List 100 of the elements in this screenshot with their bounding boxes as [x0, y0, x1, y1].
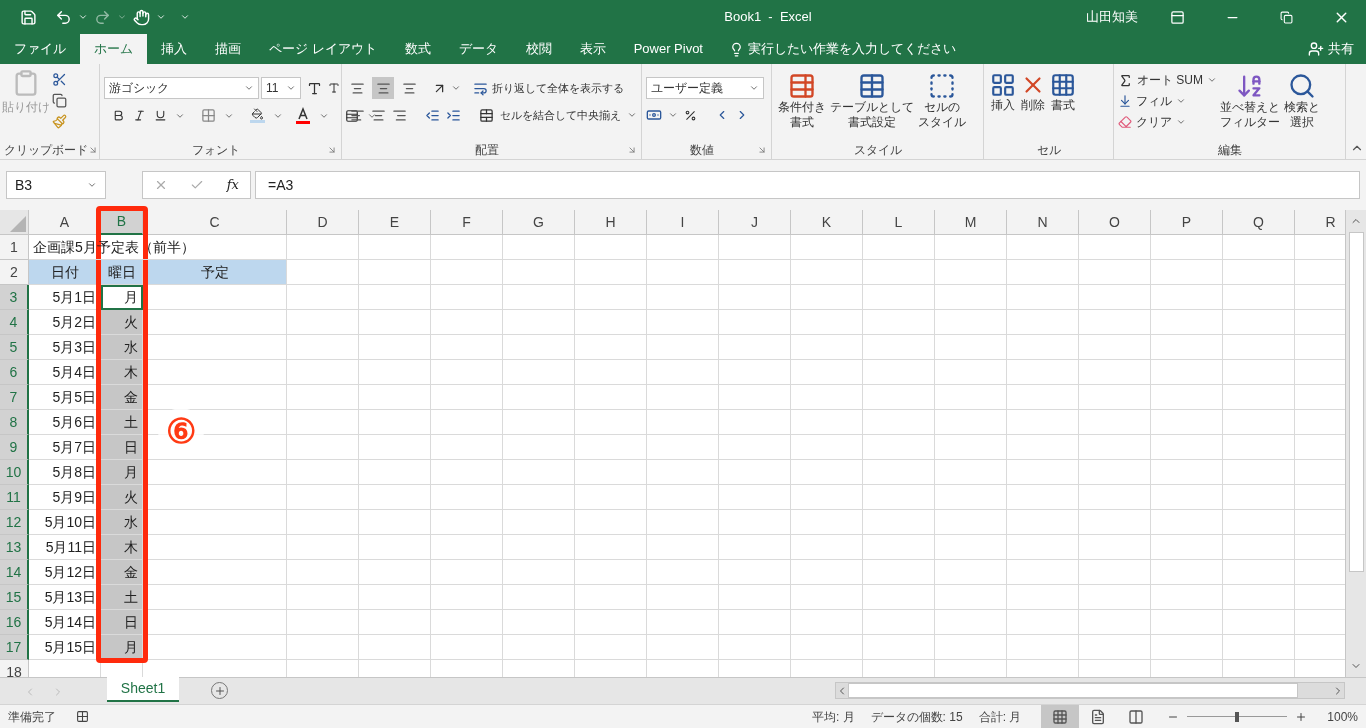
dialog-launcher-icon[interactable]	[757, 145, 767, 155]
ribbon-tab[interactable]: 校閲	[511, 34, 566, 64]
column-header[interactable]: G	[503, 210, 575, 235]
ribbon-tab[interactable]: ページ レイアウト	[255, 34, 391, 64]
dialog-launcher-icon[interactable]	[88, 145, 98, 155]
row-header[interactable]: 4	[0, 310, 29, 335]
column-header[interactable]: O	[1079, 210, 1151, 235]
column-header[interactable]: Q	[1223, 210, 1295, 235]
insert-function-button[interactable]: fx	[226, 175, 239, 195]
row-header[interactable]: 2	[0, 260, 29, 285]
ribbon-tab[interactable]: データ	[444, 34, 512, 64]
column-header[interactable]: R	[1295, 210, 1345, 235]
row-header[interactable]: 1	[0, 235, 29, 260]
customize-toolbar-icon[interactable]	[180, 12, 190, 22]
clear-button[interactable]: クリア	[1136, 113, 1172, 131]
ribbon-tab[interactable]: Power Pivot	[619, 34, 717, 64]
column-header[interactable]: E	[359, 210, 431, 235]
zoom-in-icon[interactable]	[1295, 710, 1308, 723]
row-header[interactable]: 6	[0, 360, 29, 385]
zoom-level[interactable]: 100%	[1327, 707, 1358, 726]
column-header[interactable]: D	[287, 210, 359, 235]
save-icon[interactable]	[20, 8, 37, 26]
dialog-launcher-icon[interactable]	[327, 145, 337, 155]
row-header[interactable]: 5	[0, 335, 29, 360]
undo-icon[interactable]	[55, 8, 72, 26]
row-header[interactable]: 17	[0, 635, 29, 660]
ribbon-display-options-icon[interactable]	[1170, 9, 1185, 25]
align-center-icon[interactable]	[371, 107, 386, 123]
align-left-icon[interactable]	[350, 107, 365, 123]
wrap-text-button[interactable]: 折り返して全体を表示する	[492, 79, 624, 97]
column-header[interactable]: K	[791, 210, 863, 235]
sort-filter-button[interactable]: 並べ替えと フィルター	[1218, 68, 1282, 141]
user-name[interactable]: 山田知美	[1086, 7, 1138, 27]
sheet-tab[interactable]: Sheet1	[107, 677, 179, 702]
name-box[interactable]: B3	[6, 171, 106, 199]
column-header[interactable]: M	[935, 210, 1007, 235]
zoom-slider[interactable]	[1187, 709, 1288, 724]
currency-icon[interactable]	[646, 107, 662, 123]
fill-button[interactable]: フィル	[1136, 92, 1172, 110]
caret-icon[interactable]	[78, 12, 88, 22]
row-header[interactable]: 10	[0, 460, 29, 485]
copy-icon[interactable]	[52, 93, 67, 108]
phonetic-icon[interactable]	[345, 108, 359, 123]
font-name-dropdown[interactable]: 游ゴシック	[104, 77, 259, 99]
percent-icon[interactable]	[684, 108, 697, 122]
tell-me-field[interactable]: 実行したい作業を入力してください	[748, 39, 956, 59]
scrollbar-thumb[interactable]	[1348, 232, 1364, 572]
row-header[interactable]: 7	[0, 385, 29, 410]
column-header[interactable]: P	[1151, 210, 1223, 235]
vertical-align-button[interactable]	[372, 77, 394, 99]
merge-center-button[interactable]: セルを結合して中央揃え	[500, 107, 621, 124]
style-button[interactable]: セルの スタイル	[916, 68, 968, 141]
row-header[interactable]: 11	[0, 485, 29, 510]
column-header[interactable]: J	[719, 210, 791, 235]
row-header[interactable]: 15	[0, 585, 29, 610]
row-header[interactable]: 14	[0, 560, 29, 585]
row-header[interactable]: 3	[0, 285, 29, 310]
ribbon-tab[interactable]: 表示	[565, 34, 620, 64]
formula-input[interactable]: =A3	[255, 171, 1360, 199]
shrink-font-icon[interactable]	[328, 82, 340, 94]
find-select-button[interactable]: 検索と 選択	[1282, 68, 1322, 141]
italic-icon[interactable]	[133, 109, 146, 122]
row-header[interactable]: 13	[0, 535, 29, 560]
scrollbar-thumb[interactable]	[848, 683, 1298, 698]
dialog-launcher-icon[interactable]	[627, 145, 637, 155]
style-button[interactable]: テーブルとして 書式設定	[828, 68, 916, 141]
font-size-dropdown[interactable]: 11	[261, 77, 301, 99]
increase-indent-icon[interactable]	[446, 107, 461, 123]
column-header[interactable]: F	[431, 210, 503, 235]
column-header[interactable]: L	[863, 210, 935, 235]
cells-button[interactable]: 挿入	[988, 68, 1018, 141]
row-header[interactable]: 16	[0, 610, 29, 635]
ribbon-tab[interactable]: ファイル	[0, 34, 80, 64]
column-header[interactable]: N	[1007, 210, 1079, 235]
ribbon-tab[interactable]: 数式	[390, 34, 445, 64]
row-header[interactable]: 18	[0, 660, 29, 677]
caret-icon[interactable]	[156, 12, 166, 22]
fill-color-icon[interactable]	[250, 108, 265, 123]
cells-button[interactable]: 書式	[1048, 68, 1078, 141]
view-button[interactable]	[1041, 705, 1080, 728]
grow-font-icon[interactable]	[307, 80, 322, 96]
number-format-dropdown[interactable]: ユーザー定義	[646, 77, 764, 99]
cut-icon[interactable]	[52, 72, 67, 87]
row-header[interactable]: 12	[0, 510, 29, 535]
bold-icon[interactable]	[112, 109, 125, 122]
restore-icon[interactable]	[1280, 10, 1293, 24]
cells-button[interactable]: 削除	[1018, 68, 1048, 141]
touch-mode-icon[interactable]	[133, 8, 150, 26]
column-header[interactable]: B	[101, 210, 143, 235]
align-right-icon[interactable]	[392, 107, 407, 123]
borders-icon[interactable]	[201, 108, 216, 123]
column-header[interactable]: I	[647, 210, 719, 235]
macro-record-icon[interactable]	[76, 710, 89, 723]
ribbon-tab[interactable]: 描画	[201, 34, 255, 64]
underline-icon[interactable]	[154, 109, 167, 122]
row-header[interactable]: 9	[0, 435, 29, 460]
ribbon-tab[interactable]: ホーム	[80, 34, 147, 64]
style-button[interactable]: 条件付き 書式	[776, 68, 828, 141]
autosum-button[interactable]: オート SUM	[1137, 71, 1203, 89]
share-button[interactable]: 共有	[1328, 39, 1354, 59]
